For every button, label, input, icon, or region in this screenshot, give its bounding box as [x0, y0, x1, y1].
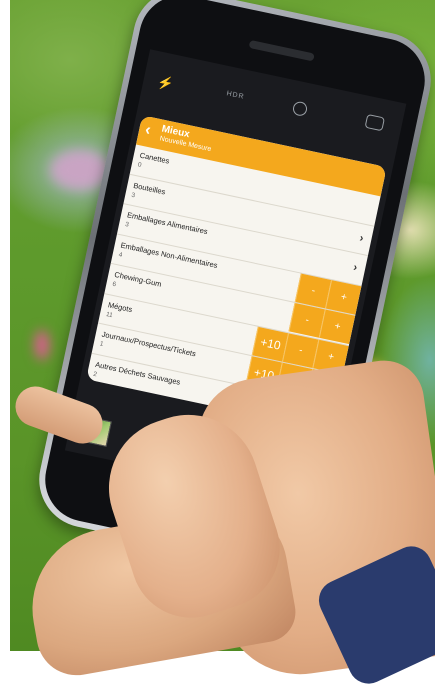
item-count: 0: [137, 161, 143, 169]
earpiece-speaker: [248, 39, 315, 62]
item-label: Bouteilles: [132, 180, 167, 196]
blurred-object: [35, 330, 49, 360]
item-count: 6: [111, 280, 117, 289]
increment-button[interactable]: +: [325, 279, 362, 315]
item-count: 3: [130, 191, 136, 199]
item-count: 4: [118, 250, 124, 259]
chevron-right-icon[interactable]: ›: [359, 232, 365, 245]
item-count: 3: [124, 221, 130, 229]
item-label: Canettes: [138, 150, 171, 166]
back-arrow-icon[interactable]: ‹: [143, 121, 153, 140]
timer-icon[interactable]: [291, 100, 309, 118]
flash-icon[interactable]: ⚡: [156, 74, 175, 93]
item-count: 1: [99, 340, 105, 348]
chevron-right-icon[interactable]: ›: [352, 262, 358, 275]
increment-button[interactable]: +: [318, 309, 356, 345]
flip-camera-icon[interactable]: [364, 113, 386, 132]
item-label: Chewing-Gum: [113, 269, 163, 289]
item-count: 11: [105, 310, 114, 319]
hdr-label[interactable]: HDR: [226, 90, 245, 101]
item-count: 2: [92, 370, 98, 378]
